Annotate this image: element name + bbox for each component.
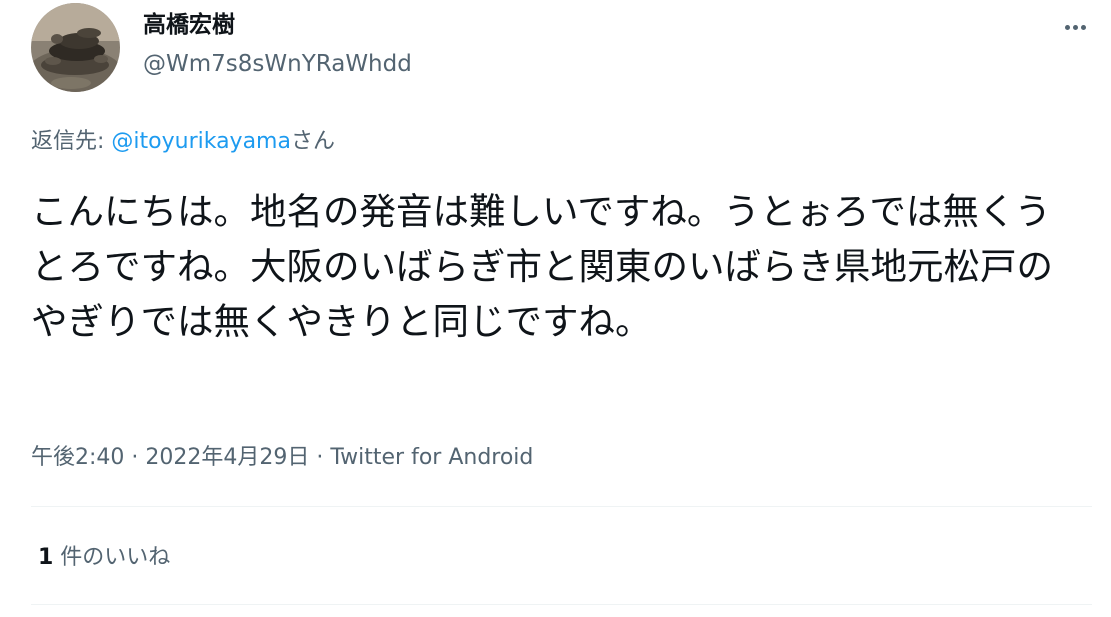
likes-link[interactable]: 1 件のいいね (38, 542, 170, 574)
tweet-time-link[interactable]: 午後2:40 (31, 445, 124, 470)
tweet-date-link[interactable]: 2022年4月29日 (145, 445, 309, 470)
reply-prefix: 返信先: (31, 129, 112, 154)
dot (1080, 24, 1086, 30)
reply-mention-link[interactable]: @itoyurikayama (111, 129, 291, 154)
divider (31, 506, 1092, 507)
avatar[interactable] (31, 3, 120, 92)
reply-context: 返信先: @itoyurikayamaさん (31, 126, 335, 158)
author-handle[interactable]: @Wm7s8sWnYRaWhdd (143, 48, 412, 80)
reply-suffix: さん (290, 129, 335, 154)
likes-label: 件のいいね (53, 545, 171, 570)
meta-separator: · (309, 445, 331, 470)
divider (31, 604, 1092, 605)
likes-count: 1 (38, 545, 54, 570)
tweet-detail: 高橋宏樹 @Wm7s8sWnYRaWhdd 返信先: @itoyurikayam… (0, 0, 1111, 617)
tweet-text: こんにちは。地名の発音は難しいですね。うとぉろでは無くうとろですね。大阪のいばら… (31, 190, 1053, 343)
meta-separator: · (124, 445, 146, 470)
dot (1064, 24, 1070, 30)
dot (1072, 24, 1078, 30)
turtle-photo-avatar-icon (31, 3, 120, 92)
author-display-name[interactable]: 高橋宏樹 (143, 8, 235, 42)
tweet-metadata: 午後2:40 · 2022年4月29日 · Twitter for Androi… (31, 442, 533, 474)
tweet-source-link[interactable]: Twitter for Android (330, 445, 533, 470)
more-options-icon[interactable] (1056, 8, 1094, 46)
